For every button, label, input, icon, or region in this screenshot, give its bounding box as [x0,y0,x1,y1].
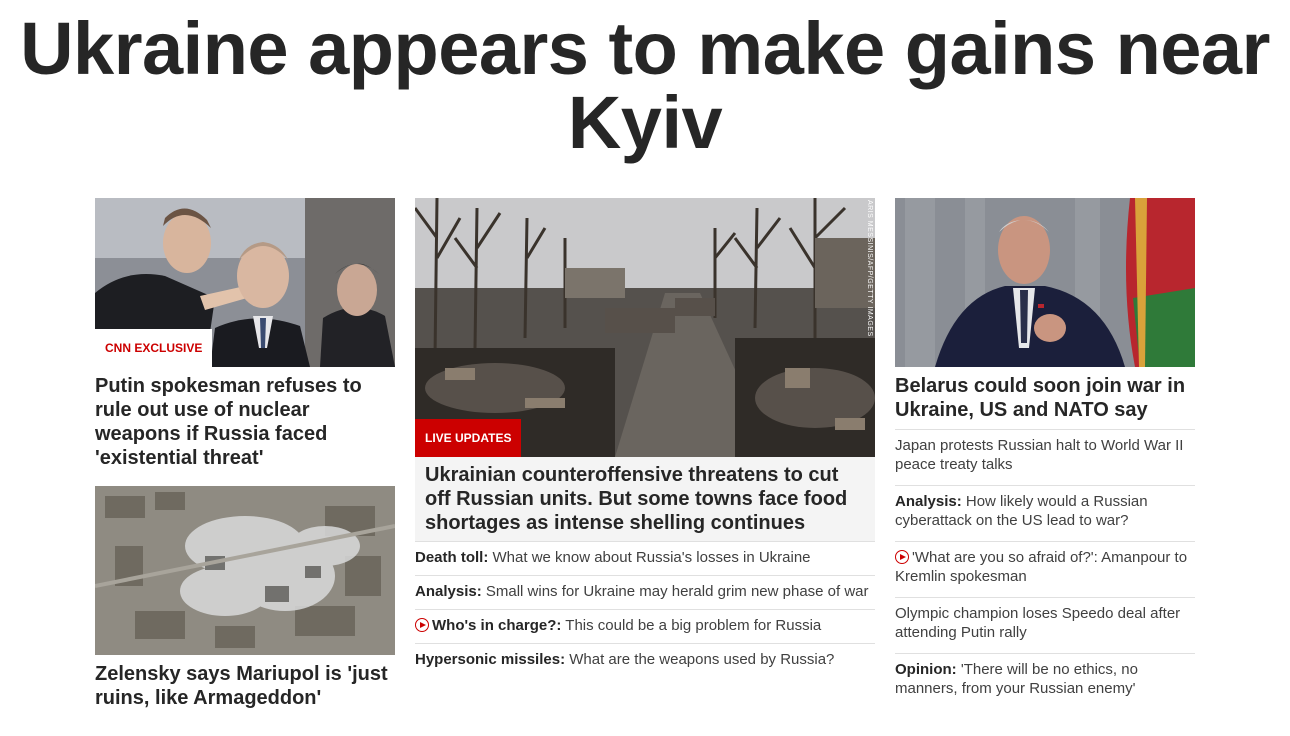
item-text: Small wins for Ukraine may herald grim n… [481,583,869,600]
list-item[interactable]: 'What are you so afraid of?': Amanpour t… [895,541,1195,597]
story-image-belarus-leader[interactable] [895,198,1195,367]
item-text: This could be a big problem for Russia [561,617,822,634]
related-links-middle: Death toll: What we know about Russia's … [415,541,875,677]
item-label: Opinion: [895,661,957,678]
photo-credit: ARIS MESSINIS/AFP/GETTY IMAGES [866,200,873,337]
left-column: CNN EXCLUSIVE Putin spokesman refuses to… [95,198,395,710]
story-title-putin-spokesman[interactable]: Putin spokesman refuses to rule out use … [95,374,395,470]
item-label: Hypersonic missiles: [415,651,566,668]
list-item[interactable]: Japan protests Russian halt to World War… [895,429,1195,485]
photo-satellite-mariupol-icon [95,486,395,655]
story-image-destroyed-tanks[interactable]: ARIS MESSINIS/AFP/GETTY IMAGES LIVE UPDA… [415,198,875,457]
story-title-belarus[interactable]: Belarus could soon join war in Ukraine, … [895,374,1195,422]
middle-column: ARIS MESSINIS/AFP/GETTY IMAGES LIVE UPDA… [415,198,875,677]
lead-story-title-box: Ukrainian counteroffensive threatens to … [415,457,875,541]
cnn-exclusive-tag: CNN EXCLUSIVE [95,329,213,367]
list-item[interactable]: Hypersonic missiles: What are the weapon… [415,643,875,677]
item-text: 'What are you so afraid of?': Amanpour t… [895,549,1188,585]
list-item[interactable]: Death toll: What we know about Russia's … [415,541,875,575]
list-item[interactable]: Analysis: Small wins for Ukraine may her… [415,575,875,609]
video-play-icon [895,550,909,564]
item-text: What we know about Russia's losses in Uk… [488,549,811,566]
live-updates-tag: LIVE UPDATES [415,419,522,457]
photo-belarus-leader-interview-icon [895,198,1195,367]
list-item[interactable]: Olympic champion loses Speedo deal after… [895,597,1195,653]
item-text: What are the weapons used by Russia? [565,651,835,668]
list-item[interactable]: Who's in charge?: This could be a big pr… [415,609,875,643]
right-column: Belarus could soon join war in Ukraine, … [895,198,1195,709]
list-item[interactable]: Analysis: How likely would a Russian cyb… [895,485,1195,541]
related-links-right: Japan protests Russian halt to World War… [895,429,1195,709]
story-image-mariupol[interactable] [95,486,395,655]
item-label: Analysis: [415,583,482,600]
item-text: Olympic champion loses Speedo deal after… [895,605,1181,641]
story-title-counteroffensive[interactable]: Ukrainian counteroffensive threatens to … [425,463,865,535]
story-title-zelensky-mariupol[interactable]: Zelensky says Mariupol is 'just ruins, l… [95,662,395,710]
story-image-kremlin[interactable]: CNN EXCLUSIVE [95,198,395,367]
main-headline[interactable]: Ukraine appears to make gains near Kyiv [0,12,1290,160]
item-label: Who's in charge?: [432,617,562,634]
item-label: Death toll: [415,549,489,566]
video-play-icon [415,618,429,632]
list-item[interactable]: Opinion: 'There will be no ethics, no ma… [895,653,1195,709]
item-label: Analysis: [895,493,962,510]
item-text: Japan protests Russian halt to World War… [895,437,1184,473]
